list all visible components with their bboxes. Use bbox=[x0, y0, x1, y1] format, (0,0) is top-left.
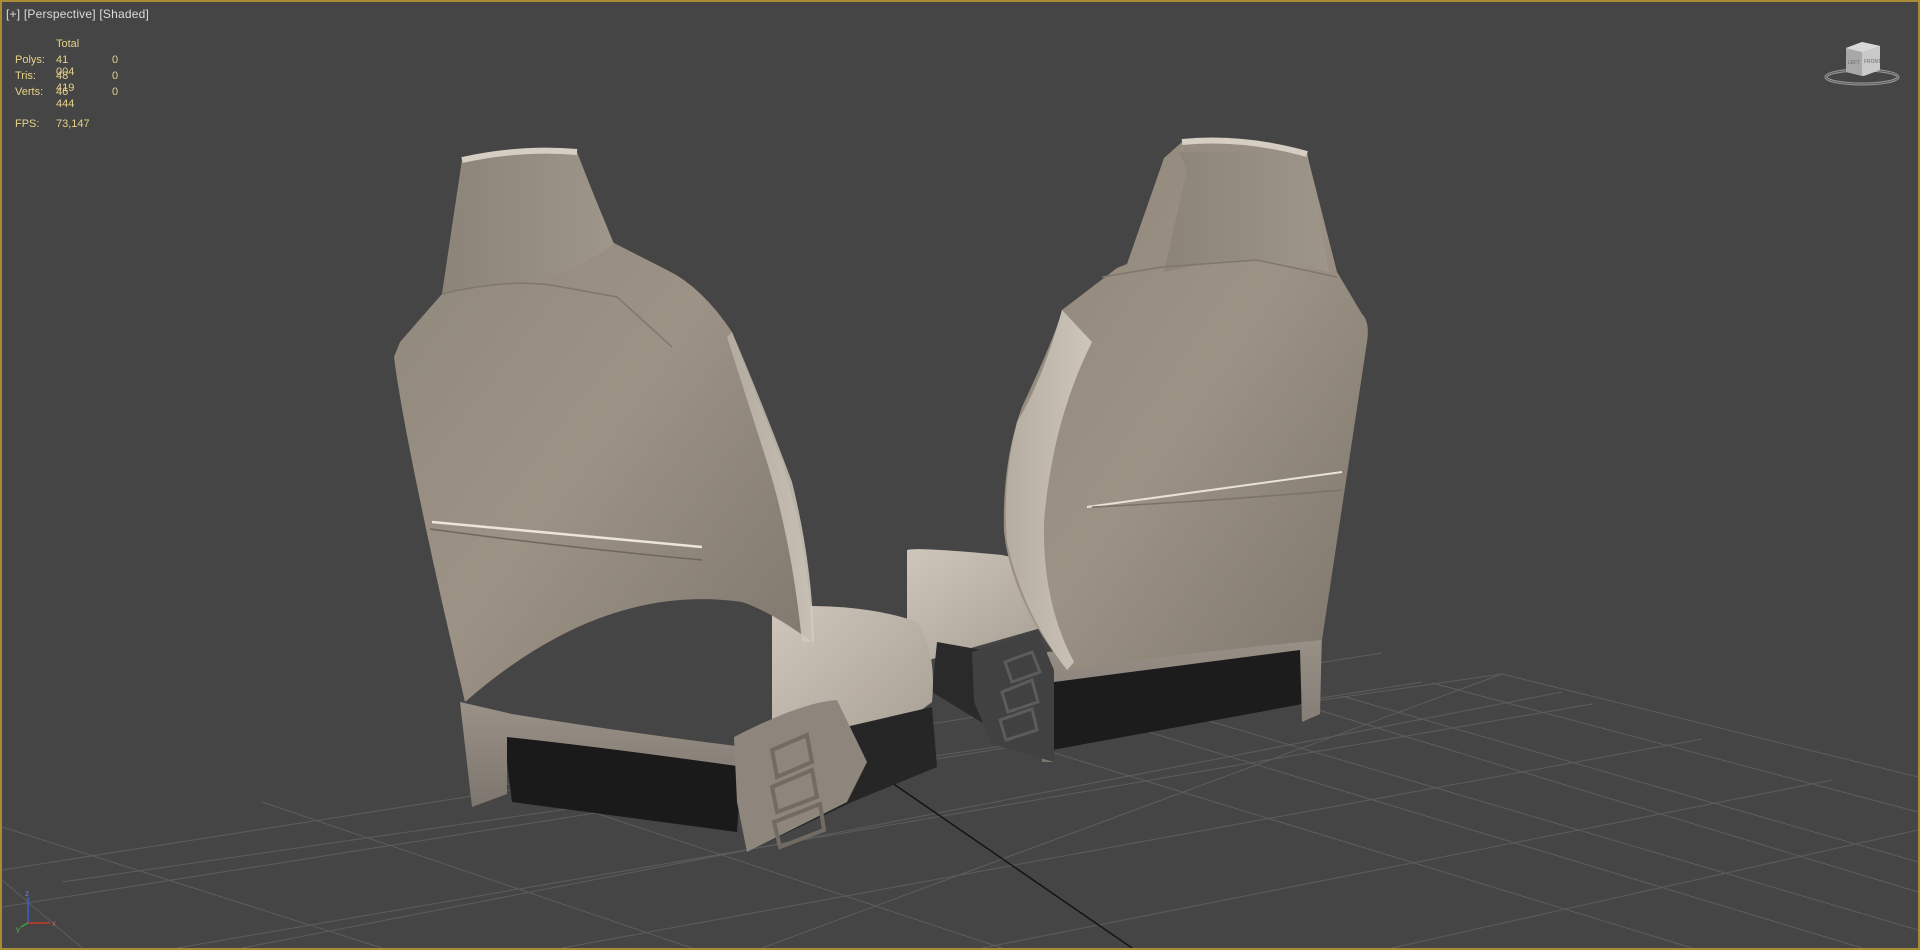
stats-selected: 0 bbox=[112, 54, 119, 66]
stats-label: Verts: bbox=[15, 86, 44, 98]
grid-axis-line bbox=[881, 775, 1133, 948]
seat-right[interactable] bbox=[907, 137, 1368, 763]
view-type-menu[interactable]: [Perspective] bbox=[24, 7, 96, 21]
seat-left[interactable] bbox=[394, 147, 937, 852]
viewcube-front-face[interactable]: FRONT bbox=[1864, 59, 1881, 65]
axis-x-label: x bbox=[52, 919, 56, 928]
shading-mode-menu[interactable]: [Shaded] bbox=[99, 7, 149, 21]
axis-z-label: z bbox=[25, 889, 29, 898]
stats-header: Total bbox=[56, 38, 80, 50]
stats-selected: 0 bbox=[112, 70, 119, 82]
stats-label: Polys: bbox=[15, 54, 45, 66]
viewcube-left-face[interactable]: LEFT bbox=[1848, 60, 1860, 66]
perspective-viewport[interactable]: [+] [Perspective] [Shaded] Total Polys: … bbox=[0, 0, 1920, 950]
stats-label: Tris: bbox=[15, 70, 36, 82]
viewcube-icon[interactable]: LEFT FRONT bbox=[1822, 38, 1902, 88]
axis-tripod-icon: z x y bbox=[16, 889, 56, 933]
viewport-label: [+] [Perspective] [Shaded] bbox=[6, 7, 149, 21]
viewport-menu-button[interactable]: [+] bbox=[6, 7, 20, 21]
fps-value: 73,147 bbox=[56, 118, 90, 130]
axis-y-label: y bbox=[16, 925, 20, 933]
viewport-scene[interactable] bbox=[2, 2, 1918, 948]
stats-total: 46 444 bbox=[56, 86, 75, 110]
stats-selected: 0 bbox=[112, 86, 119, 98]
fps-label: FPS: bbox=[15, 118, 40, 130]
